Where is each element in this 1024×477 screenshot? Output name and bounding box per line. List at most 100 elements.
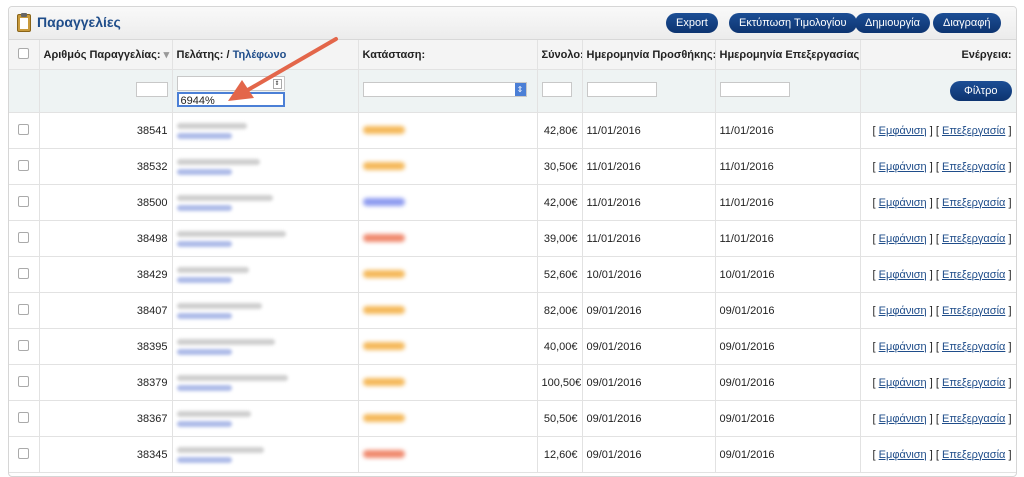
- bracket: ]: [929, 376, 933, 389]
- actions-cell: [ Εμφάνιση ] [ Επεξεργασία ]: [860, 436, 1016, 473]
- row-select-cell: [9, 364, 40, 401]
- customer-phone-redacted: [176, 204, 232, 211]
- create-button[interactable]: Δημιουργία: [855, 13, 930, 33]
- col-actions: Ενέργεια:: [860, 40, 1016, 70]
- date-processed-cell: 10/01/2016: [715, 256, 861, 293]
- customer-phone-redacted: [176, 384, 232, 391]
- view-link[interactable]: Εμφάνιση: [879, 305, 927, 317]
- edit-link[interactable]: Επεξεργασία: [942, 377, 1005, 389]
- edit-link[interactable]: Επεξεργασία: [942, 233, 1005, 245]
- date-added-cell: 09/01/2016: [582, 328, 716, 365]
- date-processed-cell: 09/01/2016: [715, 436, 861, 473]
- row-checkbox[interactable]: [18, 159, 30, 171]
- date-processed-filter-input[interactable]: [719, 82, 790, 97]
- edit-link[interactable]: Επεξεργασία: [942, 341, 1005, 353]
- col-status[interactable]: Κατάσταση:: [358, 40, 538, 70]
- col-order-number[interactable]: Αριθμός Παραγγελίας: ▾: [39, 40, 173, 70]
- bracket: ]: [1008, 160, 1012, 173]
- row-checkbox[interactable]: [18, 123, 30, 135]
- customer-name-redacted: [176, 158, 260, 165]
- customer-phone-redacted: [176, 456, 232, 463]
- date-added-cell: 11/01/2016: [582, 184, 716, 221]
- view-link[interactable]: Εμφάνιση: [879, 161, 927, 173]
- bracket: [: [935, 376, 939, 389]
- order-number-filter-input[interactable]: [135, 82, 168, 97]
- bracket: ]: [1008, 412, 1012, 425]
- row-checkbox[interactable]: [18, 447, 30, 459]
- status-redacted: [362, 161, 405, 170]
- bracket: [: [935, 232, 939, 245]
- select-all-checkbox[interactable]: [18, 47, 30, 59]
- view-link[interactable]: Εμφάνιση: [879, 269, 927, 281]
- customer-cell: [172, 148, 359, 185]
- col-phone-link[interactable]: Τηλέφωνο: [233, 49, 287, 61]
- row-checkbox[interactable]: [18, 375, 30, 387]
- edit-link[interactable]: Επεξεργασία: [942, 449, 1005, 461]
- table-row: 38379 100,50€ 09/01/2016 09/01/2016[ Εμφάνι…: [9, 364, 1016, 401]
- actions-cell: [ Εμφάνιση ] [ Επεξεργασία ]: [860, 364, 1016, 401]
- customer-cell: [172, 256, 359, 293]
- table-row: 38498 39,00€ 11/01/2016 11/01/2016[ Εμφάνισ…: [9, 220, 1016, 257]
- bracket: [: [935, 304, 939, 317]
- date-added-cell: 11/01/2016: [582, 148, 716, 185]
- bracket: [: [872, 340, 876, 353]
- status-filter-select[interactable]: ⇕: [362, 82, 527, 97]
- row-checkbox[interactable]: [18, 195, 30, 207]
- edit-link[interactable]: Επεξεργασία: [942, 197, 1005, 209]
- bracket: ]: [929, 196, 933, 209]
- row-select-cell: [9, 400, 40, 437]
- view-link[interactable]: Εμφάνιση: [879, 197, 927, 209]
- table-row: 38367 50,50€ 09/01/2016 09/01/2016[ Εμφάνισ…: [9, 400, 1016, 437]
- edit-link[interactable]: Επεξεργασία: [942, 269, 1005, 281]
- view-link[interactable]: Εμφάνιση: [879, 341, 927, 353]
- customer-phone-redacted: [176, 348, 232, 355]
- total-filter-input[interactable]: [541, 82, 572, 97]
- actions-cell: [ Εμφάνιση ] [ Επεξεργασία ]: [860, 148, 1016, 185]
- view-link[interactable]: Εμφάνιση: [879, 377, 927, 389]
- status-redacted: [362, 233, 405, 242]
- order-number-cell: 38532: [39, 148, 173, 185]
- customer-name-redacted: [176, 266, 249, 273]
- table-row: 38345 12,60€ 09/01/2016 09/01/2016[ Εμφάνισ…: [9, 436, 1016, 473]
- status-cell: [358, 184, 538, 221]
- customer-phone-redacted: [176, 312, 232, 319]
- date-processed-cell: 09/01/2016: [715, 364, 861, 401]
- edit-link[interactable]: Επεξεργασία: [942, 125, 1005, 137]
- row-checkbox[interactable]: [18, 339, 30, 351]
- edit-link[interactable]: Επεξεργασία: [942, 161, 1005, 173]
- col-total[interactable]: Σύνολο:: [537, 40, 583, 70]
- bracket: [: [872, 232, 876, 245]
- customer-phone-redacted: [176, 240, 232, 247]
- customer-filter-input[interactable]: ⇕: [176, 75, 285, 91]
- print-invoice-button[interactable]: Εκτύπωση Τιμολογίου: [729, 13, 857, 33]
- view-link[interactable]: Εμφάνιση: [879, 413, 927, 425]
- filter-button[interactable]: Φίλτρο: [950, 81, 1012, 101]
- view-link[interactable]: Εμφάνιση: [879, 449, 927, 461]
- export-button[interactable]: Export: [666, 13, 718, 33]
- bracket: [: [872, 448, 876, 461]
- view-link[interactable]: Εμφάνιση: [879, 233, 927, 245]
- delete-button[interactable]: Διαγραφή: [933, 13, 1001, 33]
- phone-filter-input[interactable]: 6944%: [176, 91, 285, 107]
- bracket: [: [935, 448, 939, 461]
- customer-name-redacted: [176, 302, 262, 309]
- edit-link[interactable]: Επεξεργασία: [942, 413, 1005, 425]
- sort-desc-icon: ▾: [163, 49, 170, 61]
- status-redacted: [362, 125, 405, 134]
- col-date-processed[interactable]: Ημερομηνία Επεξεργασίας:: [715, 40, 861, 70]
- col-customer[interactable]: Πελάτης: / Τηλέφωνο: [172, 40, 359, 70]
- row-select-cell: [9, 328, 40, 365]
- customer-phone-redacted: [176, 168, 232, 175]
- row-checkbox[interactable]: [18, 267, 30, 279]
- row-checkbox[interactable]: [18, 411, 30, 423]
- view-link[interactable]: Εμφάνιση: [879, 125, 927, 137]
- row-checkbox[interactable]: [18, 231, 30, 243]
- status-redacted: [362, 197, 405, 206]
- status-cell: [358, 220, 538, 257]
- row-checkbox[interactable]: [18, 303, 30, 315]
- filter-customer-cell: ⇕ 6944%: [172, 69, 359, 113]
- edit-link[interactable]: Επεξεργασία: [942, 305, 1005, 317]
- date-added-filter-input[interactable]: [586, 82, 657, 97]
- date-added-cell: 09/01/2016: [582, 436, 716, 473]
- col-date-added[interactable]: Ημερομηνία Προσθήκης:: [582, 40, 716, 70]
